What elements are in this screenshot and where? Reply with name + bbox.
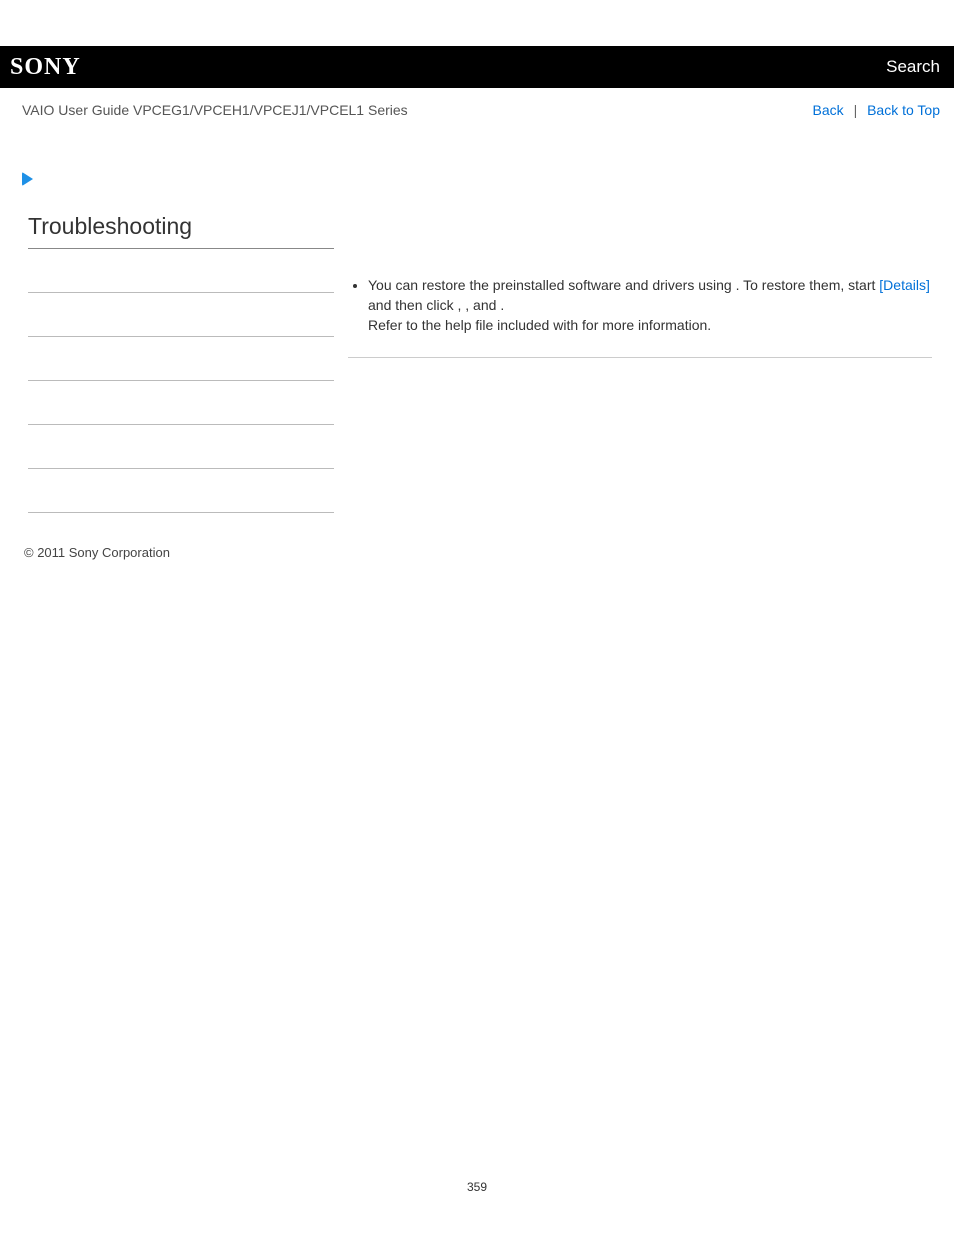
chevron-right-icon[interactable] (22, 172, 33, 186)
sidebar-item[interactable] (28, 249, 334, 293)
sony-logo: SONY (10, 54, 81, 81)
content-list: You can restore the preinstalled softwar… (348, 275, 932, 335)
copyright-text: © 2011 Sony Corporation (0, 513, 954, 560)
sidebar (28, 249, 334, 513)
text-fragment: . (500, 297, 504, 313)
text-fragment: Refer to the help file included with (368, 317, 582, 333)
text-fragment: for more information. (582, 317, 711, 333)
main-content: You can restore the preinstalled softwar… (334, 249, 932, 358)
back-to-top-link[interactable]: Back to Top (867, 102, 940, 118)
list-item: You can restore the preinstalled softwar… (368, 275, 932, 335)
text-fragment: . To restore them, start (736, 277, 880, 293)
text-fragment: and then click (368, 297, 458, 313)
nav-separator: | (848, 102, 864, 118)
two-column-layout: You can restore the preinstalled softwar… (28, 249, 932, 513)
header-bar: SONY Search (0, 46, 954, 88)
sidebar-item[interactable] (28, 381, 334, 425)
search-link[interactable]: Search (886, 57, 940, 77)
sidebar-item[interactable] (28, 425, 334, 469)
breadcrumb-row (0, 132, 954, 189)
back-link[interactable]: Back (813, 102, 844, 118)
sidebar-item[interactable] (28, 337, 334, 381)
text-fragment: , and (465, 297, 500, 313)
header-nav-links: Back | Back to Top (813, 102, 940, 118)
page-number: 359 (0, 1180, 954, 1214)
page-title: Troubleshooting (28, 213, 334, 249)
text-fragment: You can restore the preinstalled softwar… (368, 277, 736, 293)
content-wrap: Troubleshooting You can restore the prei… (0, 189, 954, 513)
details-link[interactable]: [Details] (879, 277, 930, 293)
sidebar-item[interactable] (28, 293, 334, 337)
content-divider (348, 357, 932, 358)
subheader: VAIO User Guide VPCEG1/VPCEH1/VPCEJ1/VPC… (0, 88, 954, 132)
sidebar-item[interactable] (28, 469, 334, 513)
guide-title: VAIO User Guide VPCEG1/VPCEH1/VPCEJ1/VPC… (22, 102, 408, 118)
